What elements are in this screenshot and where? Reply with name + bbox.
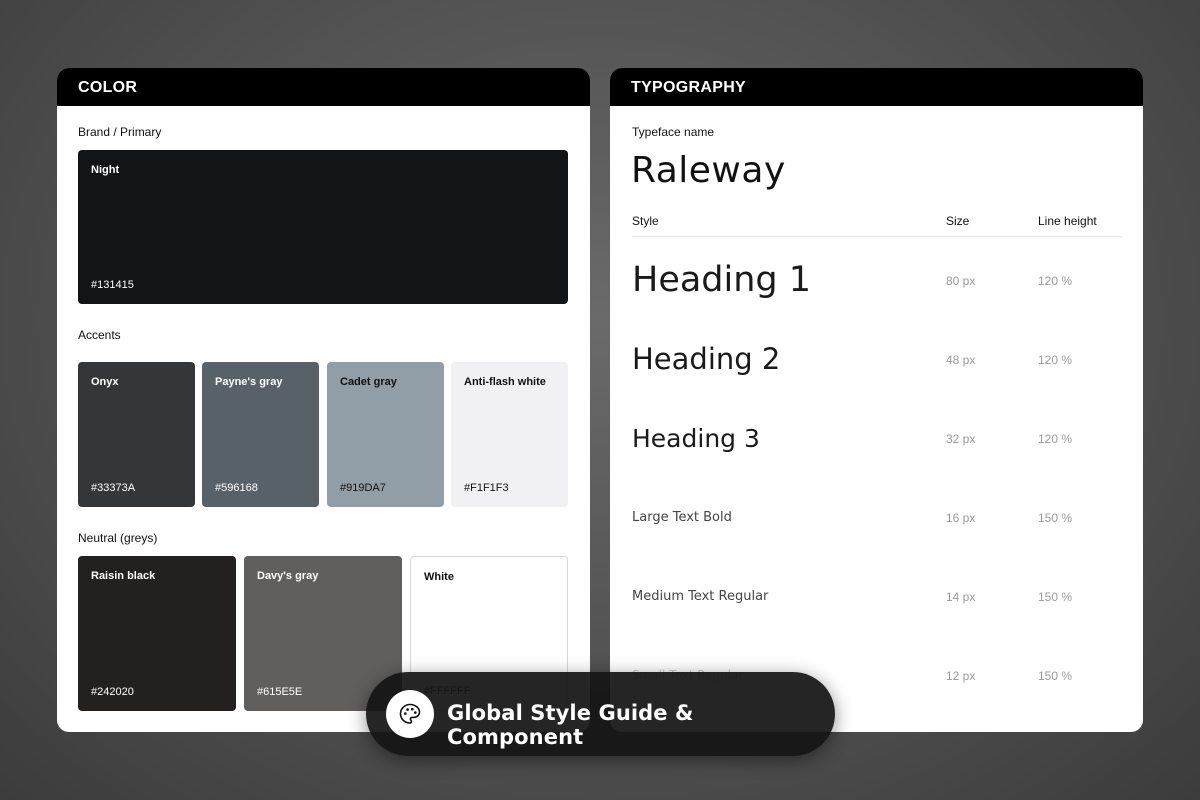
type-style-large-text-bold: Large Text Bold [632,510,732,525]
type-size: 16 px [946,511,976,525]
type-style-medium-text-regular: Medium Text Regular [632,589,769,604]
swatch-name: White [424,571,454,583]
type-style-heading-2: Heading 2 [632,342,781,376]
type-size: 48 px [946,353,976,367]
swatch-night[interactable]: Night #131415 [78,150,568,304]
swatch-paynes-gray[interactable]: Payne's gray #596168 [202,362,319,507]
type-line-height: 150 % [1038,669,1073,683]
type-line-height: 120 % [1038,432,1073,446]
type-style-heading-3: Heading 3 [632,424,760,453]
swatch-hex: #242020 [91,686,134,698]
type-line-height: 150 % [1038,511,1073,525]
header-divider [632,236,1122,237]
swatch-hex: #F1F1F3 [464,482,509,494]
typeface-name: Raleway [631,150,786,191]
swatch-name: Onyx [91,376,119,388]
brand-primary-label: Brand / Primary [78,125,162,139]
color-panel-title: COLOR [57,68,590,106]
type-line-height: 150 % [1038,590,1073,604]
swatch-raisin-black[interactable]: Raisin black #242020 [78,556,236,711]
type-size: 32 px [946,432,976,446]
column-header-size: Size [946,214,970,228]
swatch-hex: #615E5E [257,686,303,698]
swatch-name: Davy's gray [257,570,319,582]
column-header-style: Style [632,214,659,228]
swatch-name: Anti-flash white [464,376,546,388]
color-panel: COLOR Brand / Primary Night #131415 Acce… [57,68,590,732]
swatch-hex: #596168 [215,482,258,494]
column-header-line-height: Line height [1038,214,1097,228]
swatch-name: Raisin black [91,570,156,582]
typeface-label: Typeface name [632,125,715,139]
swatch-anti-flash-white[interactable]: Anti-flash white #F1F1F3 [451,362,568,507]
typography-panel-title: TYPOGRAPHY [610,68,1143,106]
swatch-name: Cadet gray [340,376,397,388]
type-line-height: 120 % [1038,274,1073,288]
style-guide-banner[interactable]: Global Style Guide & Component [366,672,835,756]
type-size: 12 px [946,669,976,683]
type-style-heading-1: Heading 1 [632,260,812,300]
type-size: 14 px [946,590,976,604]
swatch-onyx[interactable]: Onyx #33373A [78,362,195,507]
swatch-hex: #33373A [91,482,136,494]
neutral-label: Neutral (greys) [78,531,158,545]
swatch-name: Payne's gray [215,376,283,388]
type-line-height: 120 % [1038,353,1073,367]
banner-title: Global Style Guide & Component [447,701,694,749]
palette-icon [386,690,434,738]
swatch-hex: #919DA7 [340,482,386,494]
accents-label: Accents [78,328,121,342]
swatch-cadet-gray[interactable]: Cadet gray #919DA7 [327,362,444,507]
type-size: 80 px [946,274,976,288]
swatch-hex: #131415 [91,279,134,291]
typography-panel: TYPOGRAPHY Typeface name Raleway Style S… [610,68,1143,732]
swatch-name: Night [91,164,120,176]
